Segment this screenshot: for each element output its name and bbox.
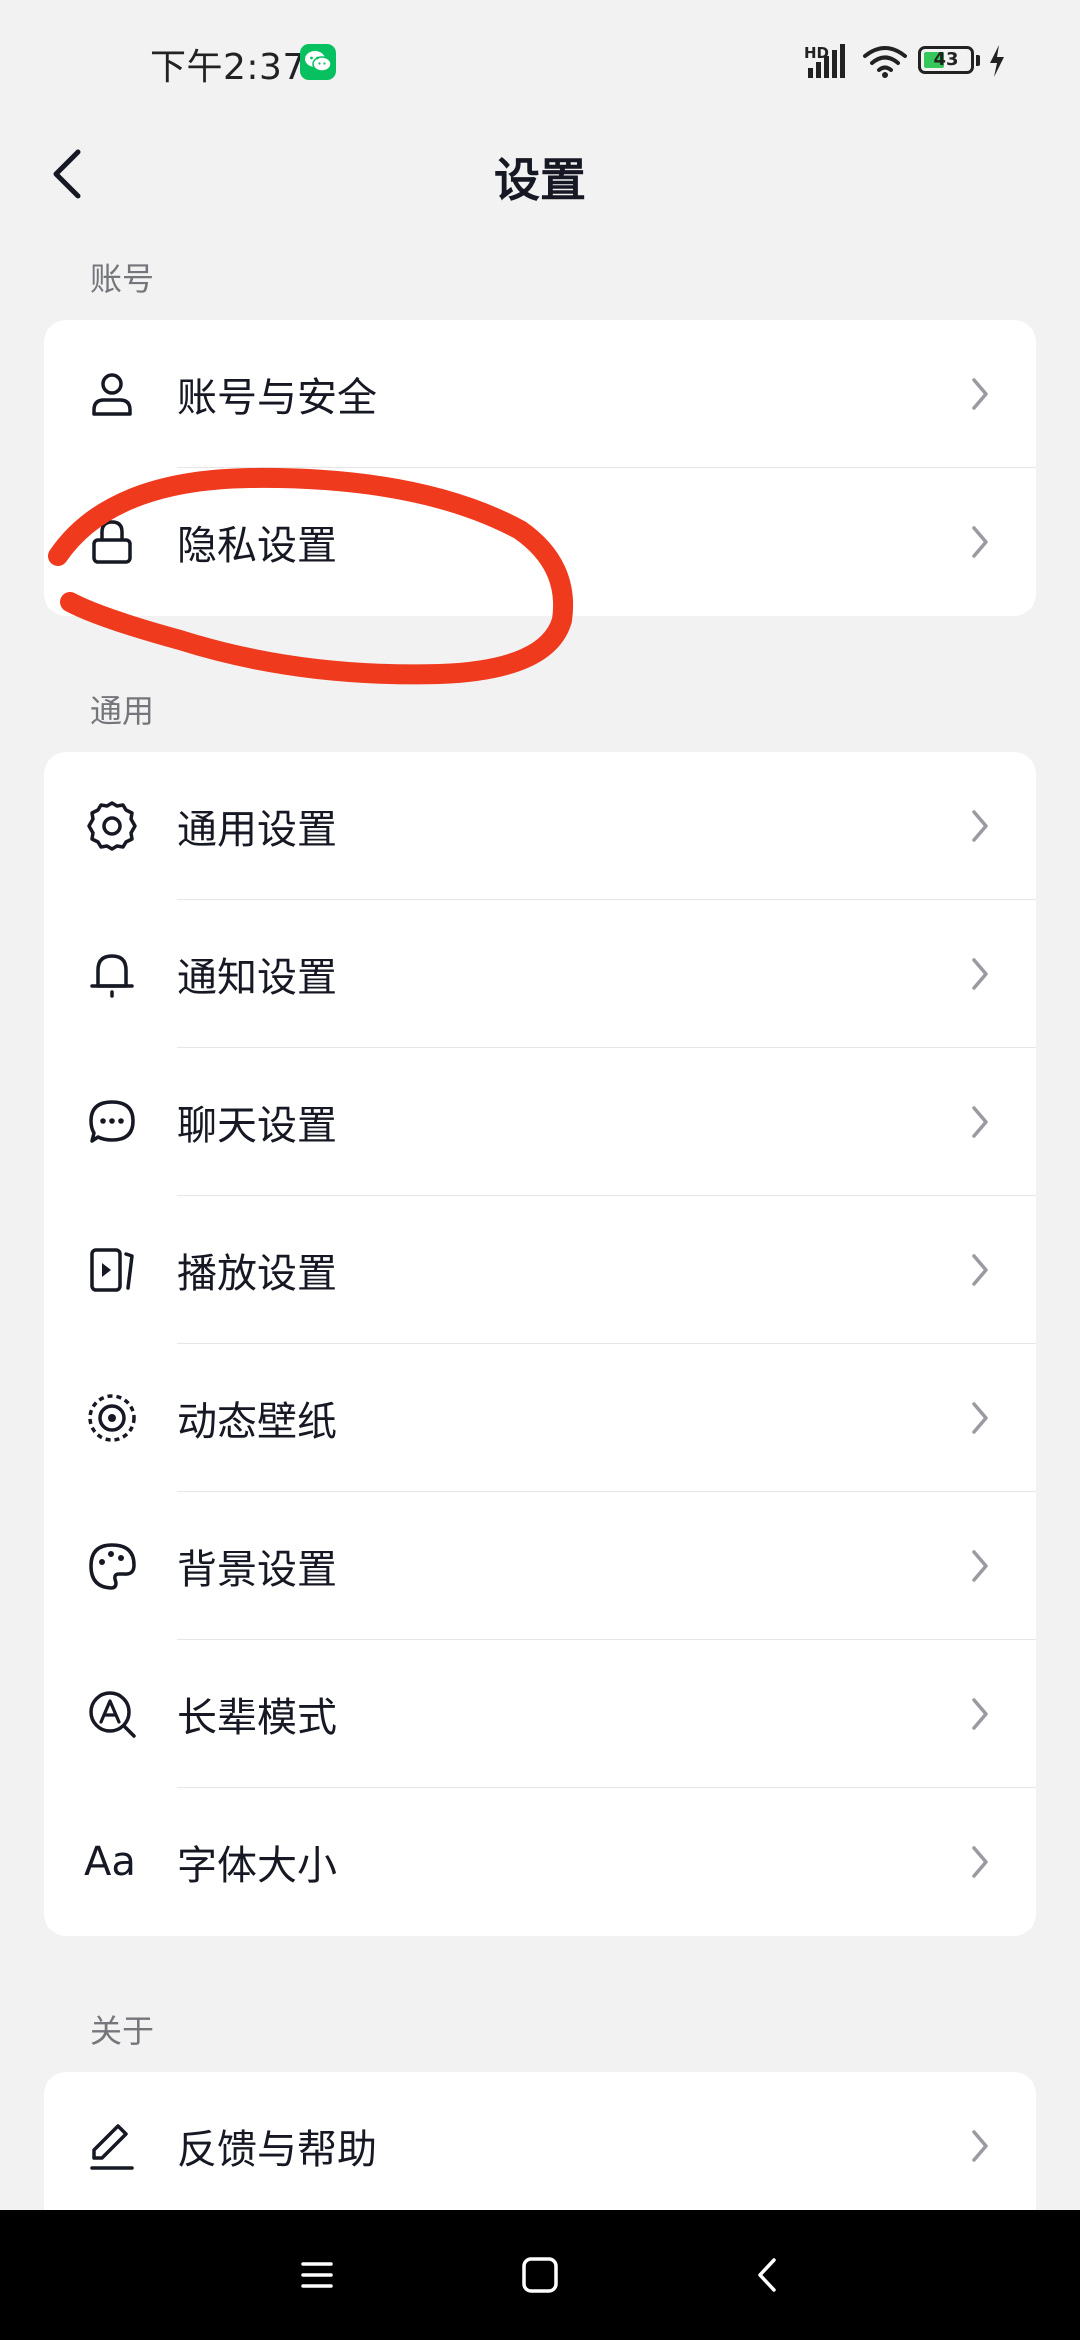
account-card: 账号与安全 隐私设置 <box>44 320 1036 616</box>
palette-icon <box>84 1538 140 1594</box>
battery-icon: 43 <box>918 46 974 74</box>
chevron-right-icon <box>972 1846 988 1878</box>
chevron-right-icon <box>972 958 988 990</box>
section-label-general: 通用 <box>90 692 155 730</box>
row-label: 反馈与帮助 <box>177 2127 377 2173</box>
chevron-right-icon <box>972 2130 988 2162</box>
row-label: 隐私设置 <box>177 523 337 569</box>
settings-row-feedback[interactable]: 反馈与帮助 <box>44 2072 1036 2210</box>
row-label: 账号与安全 <box>177 375 377 421</box>
font-size-icon-text: Aa <box>84 1839 136 1885</box>
home-button[interactable] <box>505 2240 575 2310</box>
bell-icon <box>84 946 140 1002</box>
signal-icon <box>808 44 845 78</box>
settings-row-account-security[interactable]: 账号与安全 <box>44 320 1036 468</box>
settings-row-live-wallpaper[interactable]: 动态壁纸 <box>44 1344 1036 1492</box>
row-label: 通用设置 <box>177 807 337 853</box>
general-card: 通用设置 通知设置 聊天设置 播放设置 动态壁纸 背景设置 长辈模式 Aa 字体… <box>44 752 1036 1936</box>
row-label: 聊天设置 <box>177 1103 337 1149</box>
charging-bolt-icon <box>990 45 1004 77</box>
battery-level: 43 <box>933 49 959 70</box>
chevron-right-icon <box>972 378 988 410</box>
status-bar: 下午2:37 HD 43 <box>0 0 1080 126</box>
row-label: 动态壁纸 <box>177 1399 337 1445</box>
chevron-right-icon <box>972 526 988 558</box>
settings-row-general[interactable]: 通用设置 <box>44 752 1036 900</box>
pencil-icon <box>84 2118 140 2174</box>
play-screen-icon <box>84 1242 140 1298</box>
row-label: 字体大小 <box>177 1843 337 1889</box>
settings-row-elder-mode[interactable]: 长辈模式 <box>44 1640 1036 1788</box>
system-navigation-bar <box>0 2210 1080 2340</box>
home-square-icon <box>522 2257 558 2293</box>
lock-icon <box>84 514 140 570</box>
status-time: 下午2:37 <box>150 47 306 88</box>
settings-row-privacy[interactable]: 隐私设置 <box>44 468 1036 616</box>
elder-mode-icon <box>84 1686 140 1742</box>
row-label: 背景设置 <box>177 1547 337 1593</box>
row-label: 通知设置 <box>177 955 337 1001</box>
settings-row-playback[interactable]: 播放设置 <box>44 1196 1036 1344</box>
battery-cap <box>976 55 980 66</box>
chat-bubble-icon <box>84 1094 140 1150</box>
header: 设置 <box>0 126 1080 286</box>
chevron-right-icon <box>972 1402 988 1434</box>
settings-row-background[interactable]: 背景设置 <box>44 1492 1036 1640</box>
row-label: 长辈模式 <box>177 1695 337 1741</box>
menu-icon <box>301 2262 333 2288</box>
chevron-right-icon <box>972 1698 988 1730</box>
section-label-about: 关于 <box>90 2012 155 2050</box>
chevron-right-icon <box>972 1106 988 1138</box>
wifi-icon <box>863 46 907 78</box>
chevron-right-icon <box>972 810 988 842</box>
settings-row-notifications[interactable]: 通知设置 <box>44 900 1036 1048</box>
back-triangle-icon <box>758 2258 776 2292</box>
section-label-account: 账号 <box>90 260 155 298</box>
settings-row-font-size[interactable]: Aa 字体大小 <box>44 1788 1036 1936</box>
chevron-right-icon <box>972 1254 988 1286</box>
status-indicators: HD 43 <box>800 40 1030 86</box>
wechat-notification-icon <box>300 44 336 80</box>
live-wallpaper-icon <box>84 1390 140 1446</box>
row-label: 播放设置 <box>177 1251 337 1297</box>
gear-icon <box>84 798 140 854</box>
about-card: 反馈与帮助 <box>44 2072 1036 2210</box>
back-nav-button[interactable] <box>732 2240 802 2310</box>
page-title: 设置 <box>494 153 586 207</box>
chevron-right-icon <box>972 1550 988 1582</box>
settings-row-chat[interactable]: 聊天设置 <box>44 1048 1036 1196</box>
menu-button[interactable] <box>282 2240 352 2310</box>
font-size-icon: Aa <box>84 1834 140 1890</box>
user-icon <box>84 366 140 422</box>
